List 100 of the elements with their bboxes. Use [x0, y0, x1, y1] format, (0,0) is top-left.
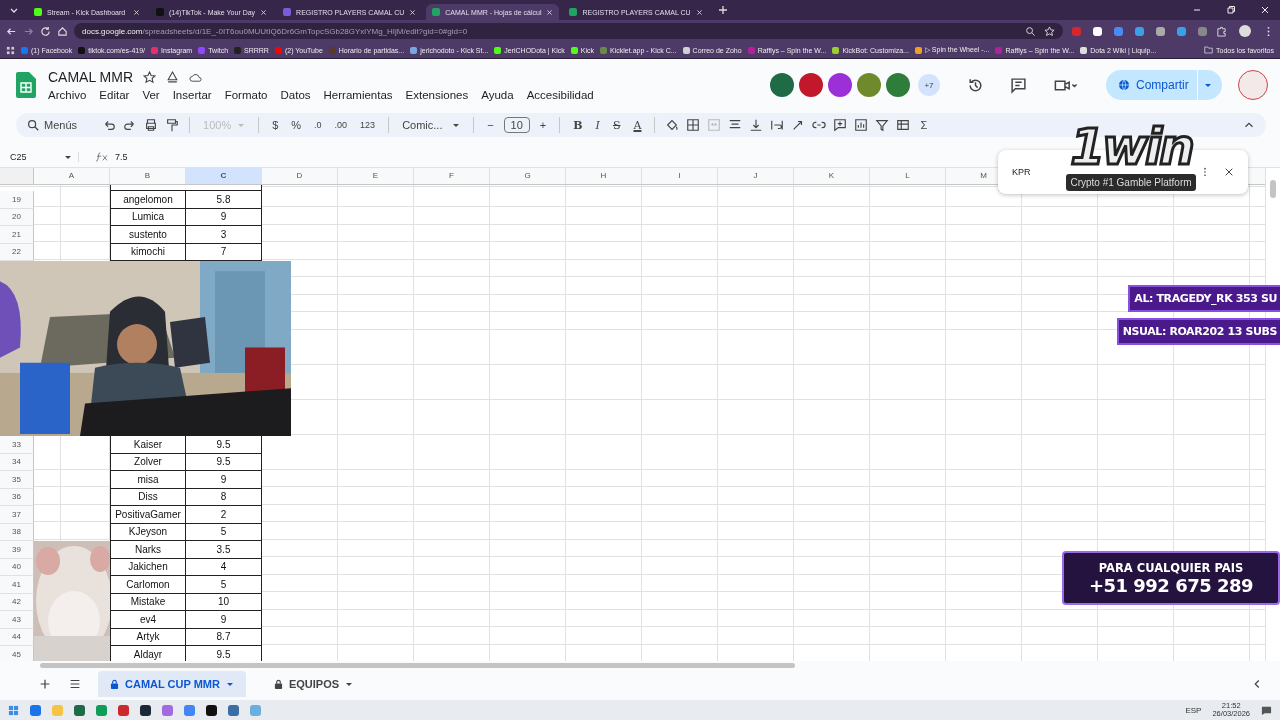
star-icon[interactable]: [143, 70, 157, 84]
row-header[interactable]: 37: [0, 506, 34, 524]
column-header[interactable]: I: [678, 172, 681, 180]
scrollbar-thumb[interactable]: [1270, 180, 1276, 198]
table-icon[interactable]: [896, 118, 911, 132]
favicon: [34, 8, 42, 16]
column-header[interactable]: F: [449, 172, 454, 180]
filter-icon[interactable]: [875, 118, 890, 132]
chart-icon[interactable]: [854, 118, 869, 132]
row-header[interactable]: 41: [0, 576, 34, 594]
sum-button[interactable]: Σ: [917, 119, 931, 131]
column-header[interactable]: D: [296, 172, 303, 180]
home-icon[interactable]: [57, 25, 68, 37]
percent-button[interactable]: %: [288, 119, 305, 131]
undo-icon[interactable]: [102, 118, 117, 132]
new-tab-icon[interactable]: [717, 5, 728, 15]
app-icon[interactable]: [206, 704, 217, 716]
table-cell: 9.5: [186, 436, 262, 454]
row-header[interactable]: 39: [0, 541, 34, 559]
menu-item[interactable]: Insertar: [172, 89, 212, 101]
comments-icon[interactable]: [1010, 76, 1027, 94]
format-button[interactable]: A: [630, 118, 645, 132]
column-header[interactable]: A: [68, 172, 75, 180]
column-header[interactable]: L: [905, 172, 910, 180]
row-header[interactable]: 45: [0, 646, 34, 661]
zoom-icon[interactable]: [1025, 25, 1036, 37]
extensions-puzzle-icon[interactable]: [1216, 25, 1227, 37]
collaborator-avatar[interactable]: [886, 73, 910, 97]
fill-color-icon[interactable]: [665, 118, 680, 132]
number-format-button[interactable]: 123: [357, 120, 379, 130]
wrap-icon[interactable]: [770, 118, 785, 132]
menu-item[interactable]: Formato: [224, 89, 268, 101]
font-select[interactable]: Comic...: [399, 119, 464, 131]
sheets-logo-icon[interactable]: [16, 72, 36, 98]
row-header[interactable]: 35: [0, 471, 34, 489]
borders-icon[interactable]: [686, 118, 701, 132]
app-icon[interactable]: [140, 704, 151, 716]
row-header[interactable]: 19: [0, 191, 34, 209]
column-header[interactable]: M: [980, 172, 987, 180]
collaborator-avatar[interactable]: [799, 73, 823, 97]
menu-item[interactable]: Extensiones: [405, 89, 469, 101]
format-button[interactable]: I: [592, 118, 603, 132]
cell-reference-field[interactable]: C25: [0, 152, 79, 162]
row-header[interactable]: 33: [0, 436, 34, 454]
menu-item[interactable]: Ver: [142, 89, 160, 101]
column-header[interactable]: K: [828, 172, 835, 180]
currency-button[interactable]: $: [269, 119, 282, 131]
menu-item[interactable]: Editar: [99, 89, 130, 101]
vertical-align-icon[interactable]: [749, 118, 764, 132]
history-icon[interactable]: [967, 76, 984, 94]
language-indicator[interactable]: ESP: [1185, 705, 1202, 715]
share-button[interactable]: Compartir: [1106, 70, 1222, 100]
document-title[interactable]: CAMAL MMR: [48, 69, 134, 85]
decrease-decimals-button[interactable]: .0: [311, 120, 325, 130]
user-avatar[interactable]: [1238, 70, 1268, 100]
notification-icon[interactable]: [1261, 704, 1272, 716]
formula-field[interactable]: 7.5: [115, 152, 128, 162]
menu-item[interactable]: Accesibilidad: [526, 89, 594, 101]
print-icon[interactable]: [144, 118, 159, 132]
column-header[interactable]: B: [144, 172, 151, 180]
close-icon[interactable]: [1224, 167, 1234, 177]
column-header[interactable]: E: [372, 172, 379, 180]
collaborator-avatar[interactable]: [828, 73, 852, 97]
scrollbar-thumb[interactable]: [40, 663, 795, 668]
menu-item[interactable]: Archivo: [48, 89, 87, 101]
row-header[interactable]: 43: [0, 611, 34, 629]
profile-avatar[interactable]: [1239, 25, 1251, 37]
decrease-font-size-button[interactable]: −: [484, 119, 497, 131]
font-size-field[interactable]: 10: [503, 117, 530, 133]
extension-icon[interactable]: [1156, 26, 1165, 36]
increase-font-size-button[interactable]: +: [536, 119, 550, 131]
format-button[interactable]: B: [570, 118, 586, 132]
paint-format-icon[interactable]: [165, 118, 180, 132]
format-button[interactable]: S: [609, 118, 624, 132]
extension-icon[interactable]: [1093, 26, 1102, 36]
favicon: [432, 8, 441, 16]
move-icon[interactable]: [166, 70, 180, 84]
column-header[interactable]: J: [753, 172, 758, 180]
comment-icon[interactable]: [833, 118, 848, 132]
find-field[interactable]: KPR: [1012, 167, 1031, 177]
collaborator-avatar[interactable]: [857, 73, 881, 97]
increase-decimals-button[interactable]: .00: [331, 120, 351, 130]
favicon: [569, 8, 578, 16]
add-sheet-icon[interactable]: [38, 677, 52, 691]
sheet-tab[interactable]: CAMAL CUP MMR: [98, 671, 246, 697]
sheet-list-icon[interactable]: [68, 677, 82, 691]
address-bar[interactable]: docs.google.com/spreadsheets/d/1E_-0IT6ou0MUUtIQ6Dr6GmTopcSGb28GYxlYMg_HIjM/edit?gid=0#gid=0: [74, 23, 1063, 39]
menu-item[interactable]: Herramientas: [323, 89, 393, 101]
menu-item[interactable]: Ayuda: [481, 89, 514, 101]
sheet-tab[interactable]: EQUIPOS: [261, 671, 366, 697]
column-header[interactable]: H: [600, 172, 607, 180]
row-header[interactable]: 21: [0, 226, 34, 244]
reload-icon[interactable]: [40, 25, 51, 37]
apps-icon[interactable]: [6, 45, 15, 55]
column-header[interactable]: G: [524, 172, 531, 180]
more-collaborators[interactable]: +7: [918, 74, 940, 96]
column-header[interactable]: C: [220, 172, 227, 180]
menu-item[interactable]: Datos: [280, 89, 311, 101]
start-icon[interactable]: [8, 704, 19, 716]
collaborator-avatar[interactable]: [770, 73, 794, 97]
